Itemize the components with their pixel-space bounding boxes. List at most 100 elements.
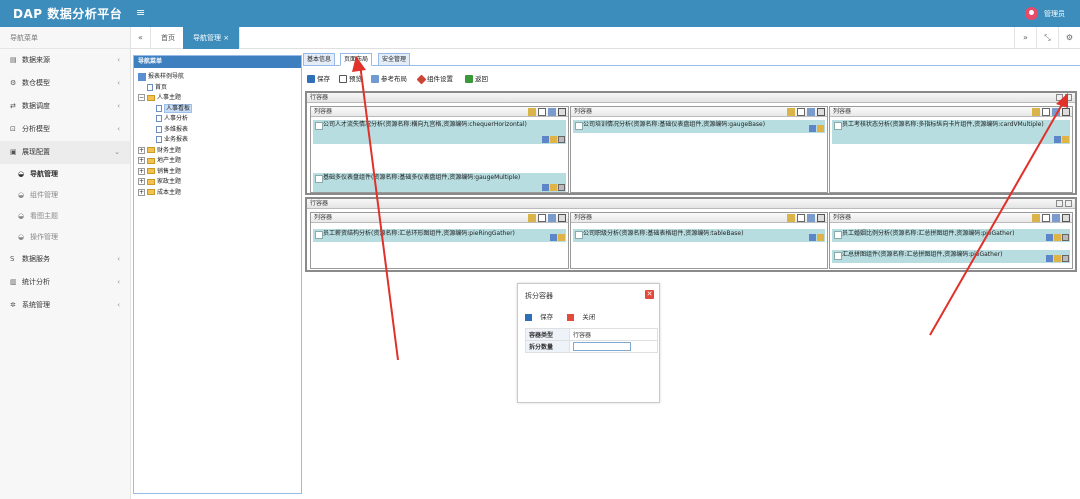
- expand-icon[interactable]: +: [138, 188, 145, 196]
- tree-node-housekeeping[interactable]: + 家政主题: [138, 177, 192, 188]
- dialog-close-button[interactable]: 关闭: [567, 313, 601, 321]
- tree-node-finance[interactable]: + 财务主题: [138, 146, 192, 157]
- gear-icon[interactable]: ⚙: [1058, 27, 1080, 49]
- close-icon[interactable]: ✕: [645, 290, 654, 299]
- tree-node-sales[interactable]: + 销售主题: [138, 167, 192, 178]
- edit-icon[interactable]: [1032, 214, 1040, 222]
- edit-icon[interactable]: [787, 108, 795, 116]
- split-icon[interactable]: [1056, 200, 1063, 207]
- edit-icon[interactable]: [550, 234, 557, 241]
- edit-icon[interactable]: [528, 108, 536, 116]
- settings-icon[interactable]: [1062, 136, 1069, 143]
- add-icon[interactable]: [797, 108, 805, 116]
- row-container-1[interactable]: 行容器 列容器 公司人才流失情况分析(资源名称:横向九宫格,资源编码:chequ…: [305, 91, 1077, 195]
- col-container[interactable]: 列容器 员工薪资结构分析(资源名称:汇总环形图组件,资源编码:pieRingGa…: [310, 212, 569, 269]
- delete-icon[interactable]: [1062, 108, 1070, 116]
- sidebar-item-data-source[interactable]: ▤ 数据来源 ‹: [0, 49, 130, 72]
- col-container[interactable]: 列容器 员工考核状态分析(资源名称:多指标纵向卡片组件,资源编码:cardVMu…: [829, 106, 1073, 193]
- close-icon[interactable]: ×: [223, 34, 229, 42]
- col-container[interactable]: 列容器 公司培训情况分析(资源名称:基础仪表盘组件,资源编码:gaugeBase…: [570, 106, 828, 193]
- component-item[interactable]: 汇总拼图组件(资源名称:汇总拼图组件,资源编码:pieGather): [832, 250, 1070, 263]
- menu-toggle-icon[interactable]: ≡: [136, 6, 145, 19]
- split-icon[interactable]: [1056, 94, 1063, 101]
- edit-icon[interactable]: [809, 125, 816, 132]
- add-icon[interactable]: [1065, 200, 1072, 207]
- add-icon[interactable]: [1042, 108, 1050, 116]
- ref-layout-button[interactable]: 参考布局: [371, 73, 407, 85]
- row-container-2[interactable]: 行容器 列容器 员工薪资结构分析(资源名称:汇总环形图组件,资源编码:pieRi…: [305, 197, 1077, 272]
- sidebar-item-data-service[interactable]: S 数据服务 ‹: [0, 248, 130, 271]
- sidebar-subitem-operation-manage[interactable]: ◒ 操作管理: [0, 227, 130, 248]
- sidebar-subitem-nav-manage[interactable]: ◒ 导航管理: [0, 164, 130, 185]
- up-icon[interactable]: [1062, 255, 1069, 262]
- expand-icon[interactable]: +: [138, 178, 145, 185]
- split-icon[interactable]: [548, 108, 556, 116]
- down-icon[interactable]: [1062, 234, 1069, 241]
- settings-icon[interactable]: [1054, 255, 1061, 262]
- tab-security[interactable]: 安全管理: [378, 53, 411, 66]
- avatar[interactable]: [1025, 7, 1038, 20]
- add-icon[interactable]: [538, 214, 546, 222]
- back-button[interactable]: 返回: [465, 73, 488, 85]
- tab-page-layout[interactable]: 页面布局: [340, 53, 373, 66]
- component-item[interactable]: 员工薪资结构分析(资源名称:汇总环形图组件,资源编码:pieRingGather…: [313, 229, 566, 242]
- tree-node-hr-analysis[interactable]: 人事分析: [138, 114, 192, 125]
- delete-icon[interactable]: [817, 214, 825, 222]
- tree-node-hr-board[interactable]: 人事看板: [138, 103, 193, 115]
- edit-icon[interactable]: [1032, 108, 1040, 116]
- tree-node-realestate[interactable]: + 地产主题: [138, 156, 192, 167]
- tree-node-home[interactable]: 首页: [138, 83, 192, 94]
- tree-node-hr-theme[interactable]: − 人事主题: [138, 93, 192, 104]
- tabs-scroll-right-icon[interactable]: »: [1014, 27, 1036, 49]
- col-container[interactable]: 列容器 公司职级分析(资源名称:基础表格组件,资源编码:tableBase): [570, 212, 828, 269]
- add-icon[interactable]: [1065, 94, 1072, 101]
- save-button[interactable]: 保存: [307, 73, 330, 85]
- edit-icon[interactable]: [809, 234, 816, 241]
- sidebar-item-data-schedule[interactable]: ⇄ 数据调度 ‹: [0, 95, 130, 118]
- sidebar-item-analysis-model[interactable]: ⊡ 分析模型 ‹: [0, 118, 130, 141]
- settings-icon[interactable]: [550, 184, 557, 191]
- component-item[interactable]: 员工婚姻比例分析(资源名称:汇总拼图组件,资源编码:pieGather): [832, 229, 1070, 242]
- fullscreen-icon[interactable]: ⤡: [1036, 27, 1058, 49]
- tree-node-root[interactable]: 报表样例导航: [138, 72, 192, 83]
- col-container[interactable]: 列容器 公司人才流失情况分析(资源名称:横向九宫格,资源编码:chequerHo…: [310, 106, 569, 193]
- edit-icon[interactable]: [1054, 136, 1061, 143]
- expand-icon[interactable]: +: [138, 167, 145, 175]
- delete-icon[interactable]: [817, 108, 825, 116]
- edit-icon[interactable]: [787, 214, 795, 222]
- settings-icon[interactable]: [558, 234, 565, 241]
- tab-home[interactable]: 首页: [151, 27, 186, 49]
- sidebar-item-warehouse-model[interactable]: ⚙ 数仓模型 ‹: [0, 72, 130, 95]
- edit-icon[interactable]: [542, 184, 549, 191]
- settings-icon[interactable]: [1054, 234, 1061, 241]
- delete-icon[interactable]: [558, 214, 566, 222]
- tabs-scroll-left-icon[interactable]: «: [131, 27, 151, 49]
- expand-icon[interactable]: +: [138, 157, 145, 164]
- sidebar-subitem-chart-theme[interactable]: ◒ 看图主题: [0, 206, 130, 227]
- preview-button[interactable]: 预览: [339, 73, 362, 85]
- split-icon[interactable]: [1052, 214, 1060, 222]
- dialog-save-button[interactable]: 保存: [525, 313, 559, 321]
- delete-icon[interactable]: [1062, 214, 1070, 222]
- edit-icon[interactable]: [542, 136, 549, 143]
- tree-node-multi-report[interactable]: 多维报表: [138, 125, 192, 136]
- edit-icon[interactable]: [528, 214, 536, 222]
- component-item[interactable]: 公司人才流失情况分析(资源名称:横向九宫格,资源编码:chequerHorizo…: [313, 120, 566, 144]
- settings-icon[interactable]: [817, 234, 824, 241]
- component-item[interactable]: 公司职级分析(资源名称:基础表格组件,资源编码:tableBase): [573, 229, 825, 242]
- component-item[interactable]: 基础多仪表盘组件(资源名称:基础多仪表盘组件,资源编码:gaugeMultipl…: [313, 173, 566, 192]
- split-icon[interactable]: [807, 108, 815, 116]
- edit-icon[interactable]: [1046, 234, 1053, 241]
- split-count-input[interactable]: [573, 342, 631, 351]
- widget-settings-button[interactable]: 组件设置: [416, 73, 453, 85]
- user-name[interactable]: 管理员: [1044, 9, 1065, 19]
- expand-icon[interactable]: +: [138, 146, 145, 154]
- sidebar-item-system[interactable]: ✲ 系统管理 ‹: [0, 294, 130, 317]
- col-container[interactable]: 列容器 员工婚姻比例分析(资源名称:汇总拼图组件,资源编码:pieGather)…: [829, 212, 1073, 269]
- delete-icon[interactable]: [558, 108, 566, 116]
- down-icon[interactable]: [558, 136, 565, 143]
- collapse-icon[interactable]: −: [138, 94, 145, 101]
- settings-icon[interactable]: [817, 125, 824, 132]
- split-icon[interactable]: [807, 214, 815, 222]
- settings-icon[interactable]: [550, 136, 557, 143]
